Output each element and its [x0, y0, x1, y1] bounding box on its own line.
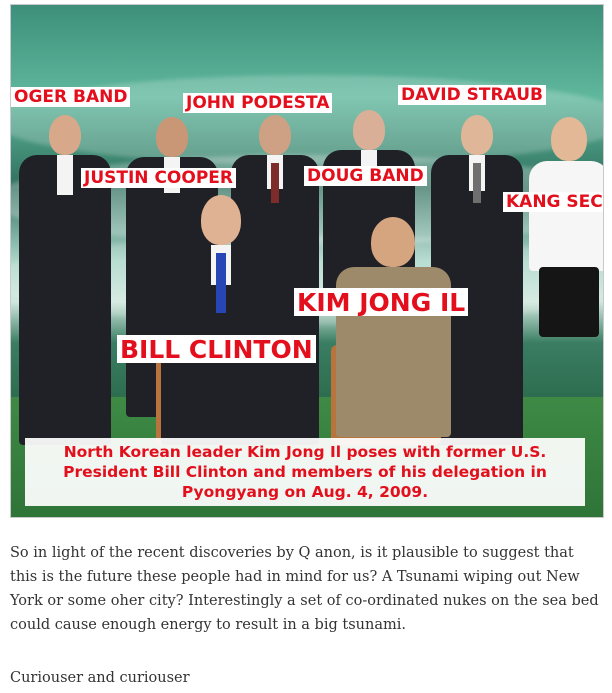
label-david-straub: DAVID STRAUB: [398, 85, 546, 105]
label-john-podesta: JOHN PODESTA: [183, 93, 333, 113]
label-roger-band: OGER BAND: [11, 87, 131, 107]
label-doug-band: DOUG BAND: [304, 166, 427, 186]
label-kang-sec: KANG SEC: [503, 192, 603, 212]
article-photo: OGER BAND JOHN PODESTA DAVID STRAUB JUST…: [10, 4, 604, 518]
label-justin-cooper: JUSTIN COOPER: [81, 168, 236, 188]
label-kim-jong-il: KIM JONG IL: [294, 288, 469, 316]
label-bill-clinton: BILL CLINTON: [117, 335, 316, 363]
article-paragraph: So in light of the recent discoveries by…: [10, 545, 599, 633]
article-paragraph-closing: Curiouser and curiouser: [10, 670, 190, 686]
photo-caption: North Korean leader Kim Jong Il poses wi…: [25, 438, 585, 506]
